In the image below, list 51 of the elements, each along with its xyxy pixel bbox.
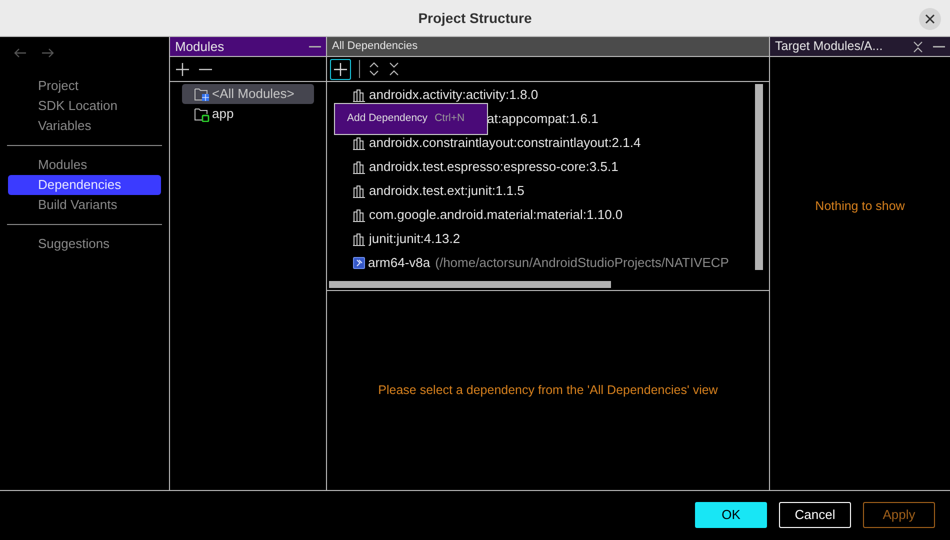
close-icon <box>925 14 935 24</box>
window-title: Project Structure <box>418 8 532 28</box>
library-icon <box>353 184 366 198</box>
minimize-icon[interactable] <box>933 46 945 48</box>
add-icon[interactable] <box>176 62 189 76</box>
dependency-name[interactable]: arm64-v8a <box>368 253 430 273</box>
dependency-name[interactable]: androidx.constraintlayout:constraintlayout:2.1.4 <box>369 133 641 153</box>
apply-button[interactable]: Apply <box>863 502 935 528</box>
dependency-name[interactable]: androidx.activity:activity:1.8.0 <box>369 85 538 105</box>
collapse-icon[interactable] <box>388 62 400 76</box>
panel-title: Target Modules/A... <box>775 38 883 56</box>
module-item[interactable]: <All Modules> <box>182 84 314 104</box>
nav-item[interactable]: SDK Location <box>8 96 161 116</box>
dependency-name[interactable]: at:appcompat:1.6.1 <box>487 109 598 129</box>
dependency-path: (/home/actorsun/AndroidStudioProjects/NATIVECP <box>435 254 729 272</box>
nav-item[interactable]: Project <box>8 76 161 96</box>
library-icon <box>353 136 366 150</box>
nav-item[interactable]: Modules <box>8 155 161 175</box>
empty-message: Nothing to show <box>815 198 905 215</box>
nav-item[interactable]: Dependencies <box>8 175 161 195</box>
library-icon <box>353 232 366 246</box>
nav-item[interactable]: Build Variants <box>8 195 161 215</box>
dependency-name[interactable]: com.google.android.material:material:1.10.0 <box>369 205 623 225</box>
vertical-scrollbar[interactable] <box>755 84 763 270</box>
library-icon <box>353 208 366 222</box>
close-button[interactable] <box>919 8 941 30</box>
panel-title: All Dependencies <box>332 39 418 54</box>
expand-icon[interactable] <box>368 62 380 76</box>
add-button[interactable] <box>330 58 351 80</box>
module-item[interactable]: app <box>182 104 314 124</box>
dependency-name[interactable]: junit:junit:4.13.2 <box>369 229 460 249</box>
dependency-name[interactable]: androidx.test.ext:junit:1.1.5 <box>369 181 524 201</box>
minimize-icon[interactable] <box>309 46 321 48</box>
dependency-name[interactable]: androidx.test.espresso:espresso-core:3.5.1 <box>369 157 618 177</box>
tooltip-label: Add Dependency <box>347 111 428 126</box>
forward-arrow-icon[interactable] <box>41 46 55 60</box>
cancel-button[interactable]: Cancel <box>779 502 851 528</box>
library-icon <box>353 160 366 174</box>
back-arrow-icon[interactable] <box>13 46 27 60</box>
shortcut-text: Ctrl+N <box>434 111 465 126</box>
folder-icon <box>194 86 210 102</box>
nav-item[interactable]: Suggestions <box>8 234 161 254</box>
ok-button[interactable]: OK <box>695 502 767 528</box>
nav-item[interactable]: Variables <box>8 116 161 136</box>
empty-message: Please select a dependency from the 'All Dependencies' view <box>378 382 718 400</box>
native-library-icon <box>353 257 365 269</box>
folder-icon <box>194 106 210 122</box>
panel-title: Modules <box>175 38 224 56</box>
collapse-icon[interactable] <box>913 40 923 52</box>
add-icon <box>334 62 347 76</box>
horizontal-scrollbar[interactable] <box>329 281 611 288</box>
